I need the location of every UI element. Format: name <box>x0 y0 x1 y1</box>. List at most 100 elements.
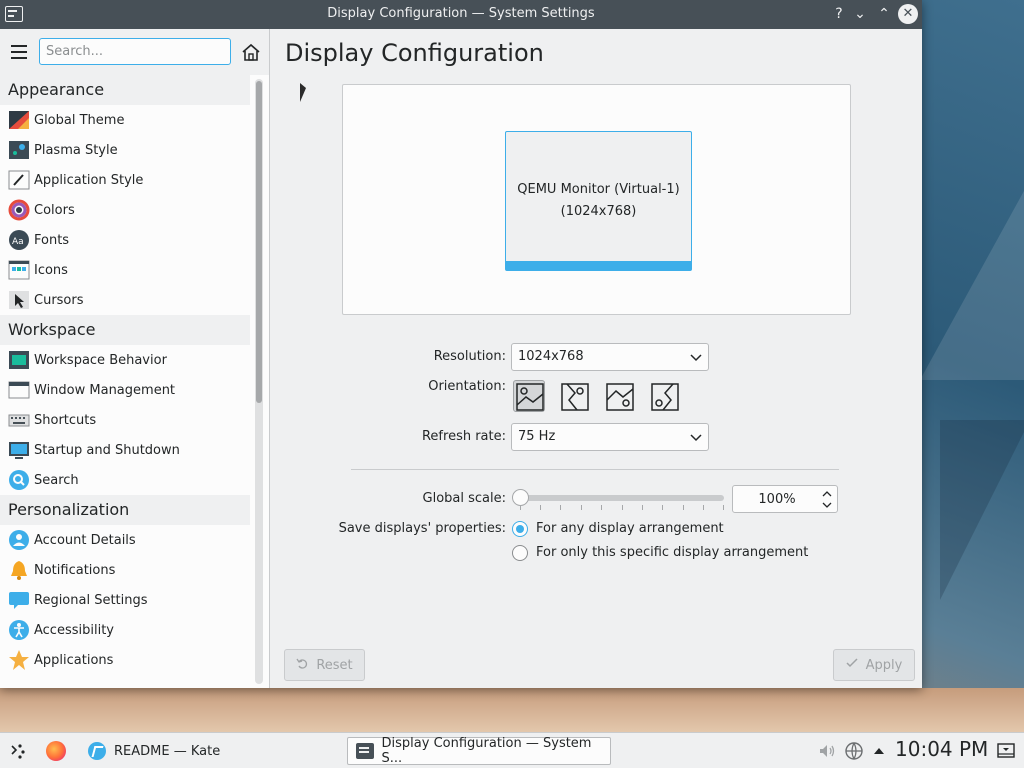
sidebar-item-regional-settings[interactable]: Regional Settings <box>0 585 250 615</box>
help-button[interactable]: ? <box>829 4 849 24</box>
orientation-portrait-button[interactable] <box>558 380 590 412</box>
spin-down-icon[interactable] <box>821 500 833 510</box>
system-settings-window: Display Configuration — System Settings … <box>0 0 922 688</box>
tray-expand-icon[interactable] <box>871 741 891 761</box>
sidebar-item-cursors[interactable]: Cursors <box>0 285 250 315</box>
section-divider <box>351 469 839 470</box>
application-style-icon <box>8 169 30 191</box>
sidebar-item-account-details[interactable]: Account Details <box>0 525 250 555</box>
system-settings-icon <box>356 743 374 759</box>
spin-up-icon[interactable] <box>821 489 833 499</box>
sidebar-item-label: Global Theme <box>34 112 125 128</box>
icons-icon <box>8 259 30 281</box>
minimize-button[interactable]: ⌄ <box>850 4 870 24</box>
orientation-inverted-button[interactable] <box>603 380 635 412</box>
sidebar-item-startup-shutdown[interactable]: Startup and Shutdown <box>0 435 250 465</box>
refresh-rate-select[interactable]: 75 Hz <box>511 423 709 451</box>
global-scale-spinbox[interactable]: 100% <box>732 485 838 513</box>
radio-specific-arrangement[interactable] <box>512 545 528 561</box>
maximize-button[interactable]: ⌃ <box>874 4 894 24</box>
landscape-icon <box>516 383 544 411</box>
radio-any-arrangement-label[interactable]: For any display arrangement <box>536 521 724 536</box>
sidebar-item-plasma-style[interactable]: Plasma Style <box>0 135 250 165</box>
display-preview-area: QEMU Monitor (Virtual-1) (1024x768) <box>342 84 851 315</box>
firefox-icon[interactable] <box>46 741 66 761</box>
volume-icon[interactable] <box>817 741 837 761</box>
resolution-select[interactable]: 1024x768 <box>511 343 709 371</box>
sidebar-item-fonts[interactable]: Aa Fonts <box>0 225 250 255</box>
sidebar-item-label: Account Details <box>34 532 136 548</box>
undo-icon <box>296 657 308 673</box>
close-button[interactable]: ✕ <box>898 4 918 24</box>
sidebar-item-label: Colors <box>34 202 75 218</box>
plasma-style-icon <box>8 139 30 161</box>
sidebar-item-label: Accessibility <box>34 622 114 638</box>
sidebar-item-application-style[interactable]: Application Style <box>0 165 250 195</box>
sidebar-scrollbar[interactable] <box>255 79 263 684</box>
sidebar-item-workspace-behavior[interactable]: Workspace Behavior <box>0 345 250 375</box>
network-icon[interactable] <box>844 741 864 761</box>
mouse-cursor-icon <box>300 83 306 102</box>
refresh-rate-value: 75 Hz <box>518 429 556 444</box>
global-scale-value: 100% <box>758 492 796 507</box>
sidebar-item-label: Application Style <box>34 172 144 188</box>
global-scale-slider[interactable] <box>520 495 724 501</box>
sidebar-item-label: Icons <box>34 262 68 278</box>
application-launcher-icon[interactable] <box>8 741 28 761</box>
star-icon <box>8 649 30 671</box>
window-management-icon <box>8 379 30 401</box>
hamburger-menu-icon[interactable] <box>11 45 27 59</box>
global-scale-label: Global scale: <box>422 491 506 506</box>
monitor-output[interactable]: QEMU Monitor (Virtual-1) (1024x768) <box>505 131 692 271</box>
sidebar-group-personalization: Personalization <box>0 495 250 525</box>
resolution-value: 1024x768 <box>518 349 584 364</box>
radio-any-arrangement[interactable] <box>512 521 528 537</box>
workspace-behavior-icon <box>8 349 30 371</box>
sidebar-group-workspace: Workspace <box>0 315 250 345</box>
resolution-label: Resolution: <box>433 349 506 364</box>
inverted-icon <box>606 383 634 411</box>
sidebar-item-window-management[interactable]: Window Management <box>0 375 250 405</box>
taskbar-item-kate-label: README — Kate <box>114 743 221 759</box>
scrollbar-thumb[interactable] <box>256 81 262 403</box>
sidebar-group-appearance: Appearance <box>0 75 250 105</box>
taskbar: README — Kate Display Configuration — Sy… <box>0 732 1024 768</box>
sidebar-item-shortcuts[interactable]: Shortcuts <box>0 405 250 435</box>
sidebar-item-icons[interactable]: Icons <box>0 255 250 285</box>
orientation-label: Orientation: <box>428 379 506 394</box>
global-scale-slider-handle[interactable] <box>512 489 529 506</box>
user-icon <box>8 529 30 551</box>
apply-label: Apply <box>865 657 903 673</box>
sidebar-item-colors[interactable]: Colors <box>0 195 250 225</box>
home-icon[interactable] <box>240 42 262 62</box>
orientation-landscape-button[interactable] <box>513 380 545 412</box>
sidebar-item-label: Workspace Behavior <box>34 352 167 368</box>
sidebar-list: Appearance Global Theme Plasma Style App… <box>0 75 250 675</box>
check-icon <box>846 657 858 673</box>
monitor-primary-bar <box>506 261 691 270</box>
sidebar-item-accessibility[interactable]: Accessibility <box>0 615 250 645</box>
svg-text:Aa: Aa <box>12 237 24 247</box>
page-title: Display Configuration <box>285 39 544 67</box>
kate-icon <box>88 742 106 760</box>
monitor-resolution: (1024x768) <box>560 204 637 219</box>
window-titlebar[interactable]: Display Configuration — System Settings … <box>0 0 922 29</box>
reset-button[interactable]: Reset <box>284 649 365 681</box>
refresh-rate-label: Refresh rate: <box>421 429 506 444</box>
sidebar-item-global-theme[interactable]: Global Theme <box>0 105 250 135</box>
sidebar-header <box>0 29 269 75</box>
sidebar-item-applications[interactable]: Applications <box>0 645 250 675</box>
search-input[interactable] <box>39 38 231 65</box>
orientation-portrait-right-button[interactable] <box>648 380 680 412</box>
apply-button[interactable]: Apply <box>833 649 915 681</box>
sidebar-item-search[interactable]: Search <box>0 465 250 495</box>
fonts-icon: Aa <box>8 229 30 251</box>
show-desktop-icon[interactable] <box>996 741 1016 761</box>
keyboard-icon <box>8 409 30 431</box>
radio-specific-arrangement-label[interactable]: For only this specific display arrangeme… <box>536 545 808 560</box>
taskbar-item-kate[interactable]: README — Kate <box>88 737 220 765</box>
taskbar-item-system-settings[interactable]: Display Configuration — System S... <box>347 736 611 766</box>
clock[interactable]: 10:04 PM <box>895 737 988 761</box>
sidebar-item-label: Notifications <box>34 562 116 578</box>
sidebar-item-notifications[interactable]: Notifications <box>0 555 250 585</box>
